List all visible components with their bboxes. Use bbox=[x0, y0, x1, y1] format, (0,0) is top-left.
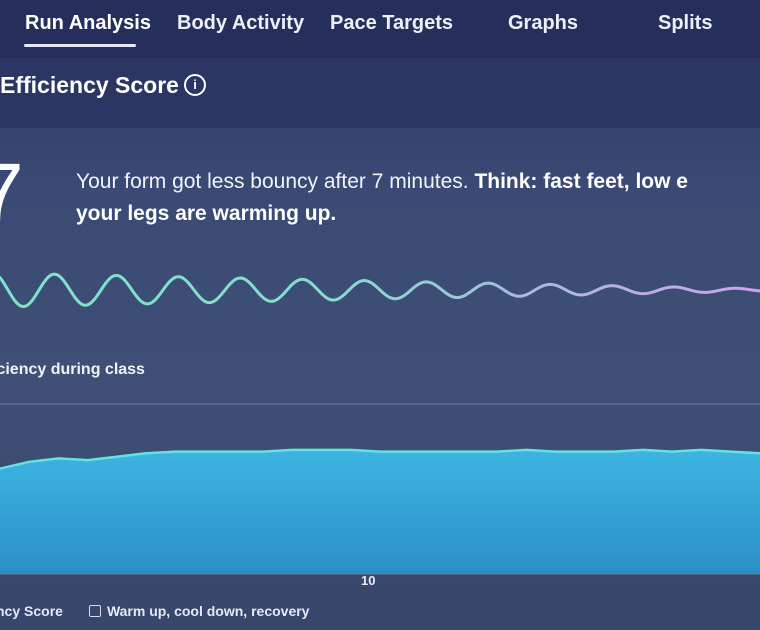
chart-title: iciency during class bbox=[0, 361, 145, 378]
bounce-wave-line bbox=[0, 272, 760, 308]
info-icon[interactable]: i bbox=[184, 74, 206, 96]
run-analysis-screen: Run Analysis Body Activity Pace Targets … bbox=[0, 0, 760, 630]
tab-run-analysis[interactable]: Run Analysis bbox=[25, 12, 151, 35]
section-title: Efficiency Score bbox=[0, 72, 179, 98]
chart-legend: ncy Score Warm up, cool down, recovery bbox=[0, 603, 309, 619]
efficiency-area-fill bbox=[0, 449, 760, 574]
tab-splits[interactable]: Splits bbox=[658, 12, 712, 35]
tab-pace-targets[interactable]: Pace Targets bbox=[330, 12, 453, 35]
score-message-tip: Think: fast feet, low e bbox=[474, 170, 688, 193]
x-axis-tick-label: 10 bbox=[361, 573, 376, 588]
bounce-wave-graphic bbox=[0, 272, 760, 308]
top-nav: Run Analysis Body Activity Pace Targets … bbox=[0, 0, 760, 58]
efficiency-area-chart bbox=[0, 403, 760, 575]
tab-body-activity[interactable]: Body Activity bbox=[177, 12, 304, 35]
legend-efficiency-score: ncy Score bbox=[0, 603, 63, 619]
active-tab-indicator bbox=[24, 44, 136, 47]
score-message-text: Your form got less bouncy after 7 minute… bbox=[76, 170, 475, 193]
legend-warmup-label: Warm up, cool down, recovery bbox=[106, 603, 310, 619]
score-message: Your form got less bouncy after 7 minute… bbox=[76, 166, 760, 230]
efficiency-score-value: 7 bbox=[0, 147, 24, 238]
score-message-tip-continued: your legs are warming up. bbox=[76, 202, 337, 225]
legend-checkbox[interactable] bbox=[88, 605, 101, 617]
section-header: Efficiency Score i bbox=[0, 58, 760, 128]
tab-graphs[interactable]: Graphs bbox=[508, 12, 578, 35]
